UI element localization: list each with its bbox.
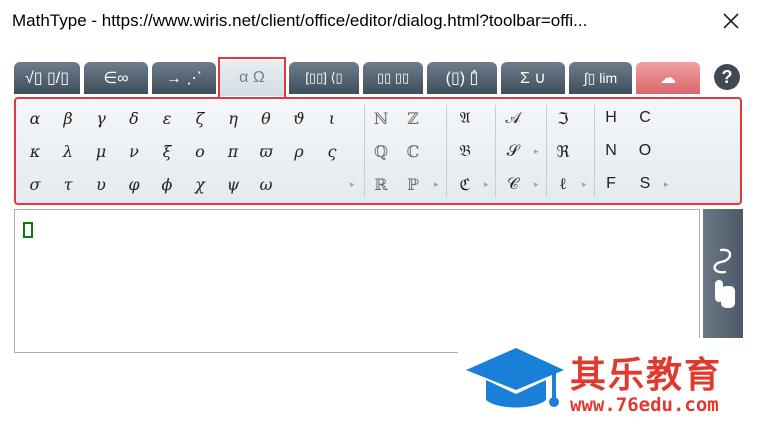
symbol-button[interactable]: ℝ	[366, 171, 396, 197]
tab-matrices-icon: [▯▯] ⟨▯	[305, 70, 343, 85]
symbol-button[interactable]: O	[630, 138, 660, 164]
symbol-button[interactable]: λ	[53, 138, 83, 164]
tab-general[interactable]: √▯ ▯/▯	[14, 62, 80, 94]
separator	[546, 105, 547, 197]
symbol-button[interactable]: κ	[20, 138, 50, 164]
brand-url: www.76edu.com	[570, 394, 719, 416]
symbol-button[interactable]: δ	[119, 105, 149, 131]
symbol-button[interactable]: ℤ	[398, 105, 428, 131]
symbol-button[interactable]: ℭ	[450, 171, 480, 197]
expand-group-icon[interactable]: ▸	[582, 179, 587, 190]
symbol-button[interactable]: υ	[86, 171, 116, 197]
title-bar: MathType - https://www.wiris.net/client/…	[0, 0, 757, 44]
active-tab-highlight	[218, 57, 286, 99]
symbol-button[interactable]: ν	[119, 138, 149, 164]
tab-calculus[interactable]: ∫▯ lim	[569, 62, 632, 94]
symbol-button[interactable]: ω	[251, 171, 281, 197]
tab-matrices[interactable]: [▯▯] ⟨▯	[289, 62, 359, 94]
expand-group-icon[interactable]: ▸	[484, 179, 489, 190]
symbol-button[interactable]: ς	[317, 138, 347, 164]
expand-group-icon[interactable]: ▸	[664, 179, 669, 190]
symbol-button[interactable]: ϕ	[152, 171, 182, 197]
symbol-button[interactable]: ℂ	[398, 138, 428, 164]
separator	[495, 105, 496, 197]
symbol-button[interactable]: 𝒜	[498, 105, 528, 131]
symbol-button[interactable]: 𝔅	[450, 138, 480, 164]
separator	[594, 105, 595, 197]
handwriting-icon[interactable]	[703, 240, 743, 320]
symbol-button[interactable]: θ	[251, 105, 281, 131]
symbol-button[interactable]: χ	[185, 171, 215, 197]
empty-placeholder-box	[23, 222, 33, 238]
symbol-button[interactable]: ϖ	[251, 138, 281, 164]
tab-scripts-icon: ▯▯ ▯▯	[376, 70, 410, 85]
close-icon	[723, 13, 739, 29]
symbol-button[interactable]: ℓ	[548, 171, 578, 197]
close-button[interactable]	[718, 8, 744, 34]
formula-editor[interactable]	[14, 209, 700, 353]
symbol-button[interactable]: ρ	[284, 138, 314, 164]
symbol-button[interactable]: α	[20, 105, 50, 131]
help-icon: ?	[721, 66, 733, 87]
symbol-button[interactable]: 𝔄	[450, 105, 480, 131]
tab-big-operators-icon: Σ ∪	[519, 70, 547, 87]
symbol-button[interactable]: φ	[119, 171, 149, 197]
symbol-button[interactable]: H	[596, 105, 626, 131]
greek-symbol-palette: α β γ δ ε ζ η θ ϑ ι κ λ μ ν ξ ο π ϖ ρ ς σ τ υ φ ϕ χ ψ ω ▸ ℕ ℤ ℚ ℂ ℝ ℙ ▸ 𝔄 𝔅 ℭ ▸…	[14, 97, 742, 205]
expand-group-icon[interactable]: ▸	[534, 179, 539, 190]
watermark-logo: 其乐教育 www.76edu.com	[458, 338, 757, 422]
symbol-button[interactable]: σ	[20, 171, 50, 197]
symbol-button[interactable]: ξ	[152, 138, 182, 164]
symbol-button[interactable]: ι	[317, 105, 347, 131]
tab-arrows-icon: → ⋰	[165, 70, 203, 87]
symbol-button[interactable]: γ	[86, 105, 116, 131]
symbol-button[interactable]: π	[218, 138, 248, 164]
mathtype-window: MathType - https://www.wiris.net/client/…	[0, 0, 757, 422]
tab-brackets-icon: (▯) ▯̂	[445, 70, 479, 87]
symbol-button[interactable]: ℕ	[366, 105, 396, 131]
tab-general-icon: √▯ ▯/▯	[24, 70, 70, 87]
tab-arrows[interactable]: → ⋰	[152, 62, 216, 94]
symbol-button[interactable]: F	[596, 171, 626, 197]
tab-symbols[interactable]: ∈∞	[84, 62, 148, 94]
symbol-button[interactable]: ℙ	[398, 171, 428, 197]
symbol-button[interactable]: ψ	[218, 171, 248, 197]
symbol-button[interactable]: 𝒞	[498, 171, 528, 197]
expand-group-icon[interactable]: ▸	[434, 179, 439, 190]
symbol-button[interactable]: ο	[185, 138, 215, 164]
symbol-button[interactable]: μ	[86, 138, 116, 164]
tab-big-operators[interactable]: Σ ∪	[501, 62, 565, 94]
tab-scripts[interactable]: ▯▯ ▯▯	[363, 62, 423, 94]
toolbar-tabs: √▯ ▯/▯ ∈∞ → ⋰ α Ω [▯▯] ⟨▯ ▯▯ ▯▯ (▯) ▯̂ Σ…	[14, 60, 714, 96]
window-title: MathType - https://www.wiris.net/client/…	[12, 11, 588, 30]
symbol-button[interactable]: ε	[152, 105, 182, 131]
symbol-button[interactable]: β	[53, 105, 83, 131]
symbol-button[interactable]: 𝒮	[498, 138, 528, 164]
contextual-icon: ☁	[660, 70, 676, 87]
separator	[364, 105, 365, 197]
tab-symbols-icon: ∈∞	[103, 70, 129, 87]
expand-group-icon[interactable]: ▸	[534, 146, 539, 157]
symbol-button[interactable]: N	[596, 138, 626, 164]
symbol-button[interactable]: ℚ	[366, 138, 396, 164]
symbol-button[interactable]: C	[630, 105, 660, 131]
symbol-button[interactable]: ℑ	[548, 105, 578, 131]
symbol-button[interactable]: τ	[53, 171, 83, 197]
help-button[interactable]: ?	[714, 64, 740, 90]
symbol-button[interactable]: S	[630, 171, 660, 197]
tab-calculus-icon: ∫▯ lim	[583, 69, 618, 86]
graduation-cap-icon	[466, 348, 564, 408]
symbol-button[interactable]: η	[218, 105, 248, 131]
symbol-button[interactable]: ϑ	[284, 105, 314, 131]
tab-contextual[interactable]: ☁	[636, 62, 700, 94]
symbol-button[interactable]: ζ	[185, 105, 215, 131]
tab-brackets[interactable]: (▯) ▯̂	[427, 62, 497, 94]
symbol-button[interactable]: ℜ	[548, 138, 578, 164]
brand-name: 其乐教育	[570, 355, 723, 396]
separator	[446, 105, 447, 197]
expand-group-icon[interactable]: ▸	[350, 179, 355, 190]
